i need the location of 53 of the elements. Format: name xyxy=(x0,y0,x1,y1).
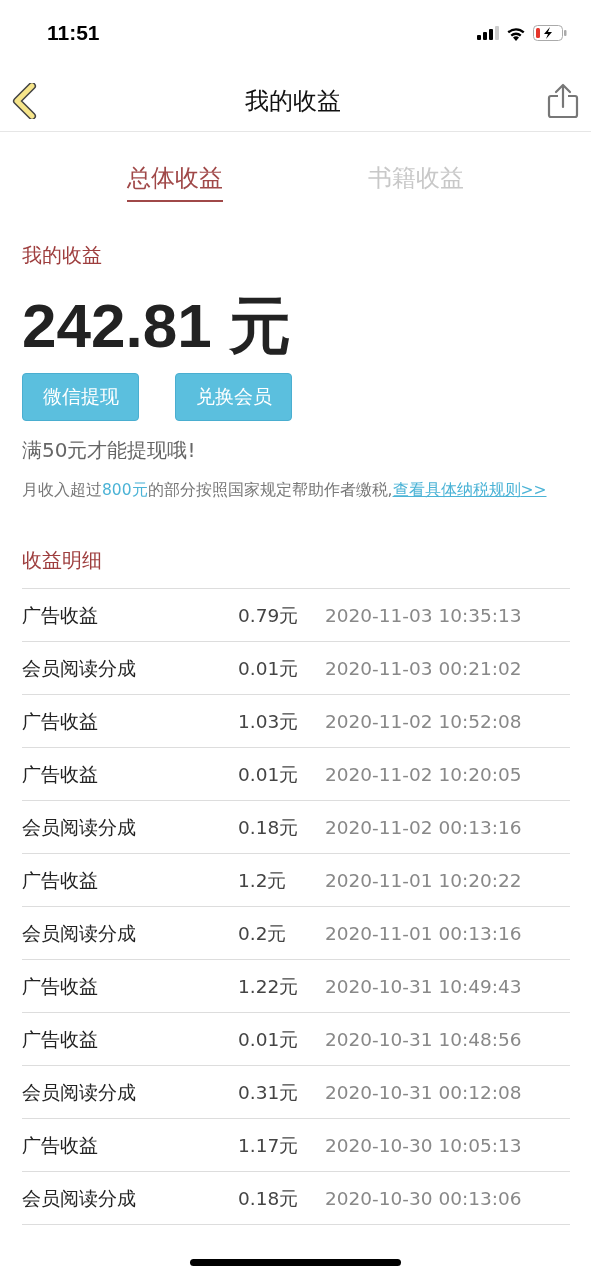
earning-amount: 0.2元 xyxy=(238,921,288,946)
tax-notice: 月收入超过800元的部分按照国家规定帮助作者缴税,查看具体纳税规则>> xyxy=(22,480,548,501)
section-heading: 我的收益 xyxy=(22,242,103,269)
earning-time: 2020-10-30 00:13:06 xyxy=(325,1187,522,1209)
signal-icon xyxy=(477,26,499,40)
earning-amount: 0.31元 xyxy=(238,1080,300,1105)
earning-type: 会员阅读分成 xyxy=(22,1080,137,1105)
earning-type: 会员阅读分成 xyxy=(22,815,137,840)
earning-type: 广告收益 xyxy=(22,974,99,999)
earning-type: 会员阅读分成 xyxy=(22,921,137,946)
earning-type: 广告收益 xyxy=(22,1133,99,1158)
status-time: 11:51 xyxy=(47,21,100,45)
earning-amount: 1.22元 xyxy=(238,974,300,999)
action-button[interactable]: 兑换会员 xyxy=(175,373,292,421)
withdraw-hint: 满50元才能提现哦! xyxy=(22,437,197,464)
earning-amount: 0.79元 xyxy=(238,603,300,628)
battery-icon xyxy=(533,25,567,41)
tax-rules-link[interactable]: 查看具体纳税规则 xyxy=(392,481,521,499)
earning-time: 2020-11-03 10:35:13 xyxy=(325,604,522,626)
tab[interactable]: 总体收益 xyxy=(126,162,223,202)
back-button[interactable] xyxy=(12,82,38,119)
earning-time: 2020-11-03 00:21:02 xyxy=(325,657,522,679)
earning-type: 广告收益 xyxy=(22,868,99,893)
earning-time: 2020-11-01 00:13:16 xyxy=(325,922,522,944)
earning-amount: 0.01元 xyxy=(238,762,300,787)
earning-type: 会员阅读分成 xyxy=(22,656,137,681)
earning-type: 广告收益 xyxy=(22,1027,99,1052)
earning-time: 2020-11-01 10:20:22 xyxy=(325,869,522,891)
earning-time: 2020-11-02 00:13:16 xyxy=(325,816,522,838)
earning-amount: 0.01元 xyxy=(238,656,300,681)
earning-type: 广告收益 xyxy=(22,762,99,787)
earning-time: 2020-10-31 10:48:56 xyxy=(325,1028,522,1050)
more-link[interactable]: >> xyxy=(520,481,547,499)
page-title: 我的收益 xyxy=(244,85,341,117)
earning-time: 2020-10-30 10:05:13 xyxy=(325,1134,522,1156)
earning-amount: 0.18元 xyxy=(238,815,300,840)
earning-amount: 0.01元 xyxy=(238,1027,300,1052)
earning-amount: 1.03元 xyxy=(238,709,300,734)
share-button[interactable] xyxy=(547,82,579,119)
earning-time: 2020-10-31 00:12:08 xyxy=(325,1081,522,1103)
earning-type: 广告收益 xyxy=(22,603,99,628)
earning-time: 2020-11-02 10:52:08 xyxy=(325,710,522,732)
total-earnings: 242.81 元 xyxy=(22,291,292,361)
wifi-icon xyxy=(506,25,526,41)
earning-time: 2020-11-02 10:20:05 xyxy=(325,763,522,785)
earning-time: 2020-10-31 10:49:43 xyxy=(325,975,522,997)
section-heading: 收益明细 xyxy=(22,547,103,574)
action-button[interactable]: 微信提现 xyxy=(22,373,139,421)
earning-amount: 1.17元 xyxy=(238,1133,300,1158)
earning-type: 广告收益 xyxy=(22,709,99,734)
earning-amount: 0.18元 xyxy=(238,1186,300,1211)
earning-amount: 1.2元 xyxy=(238,868,288,893)
earning-type: 会员阅读分成 xyxy=(22,1186,137,1211)
